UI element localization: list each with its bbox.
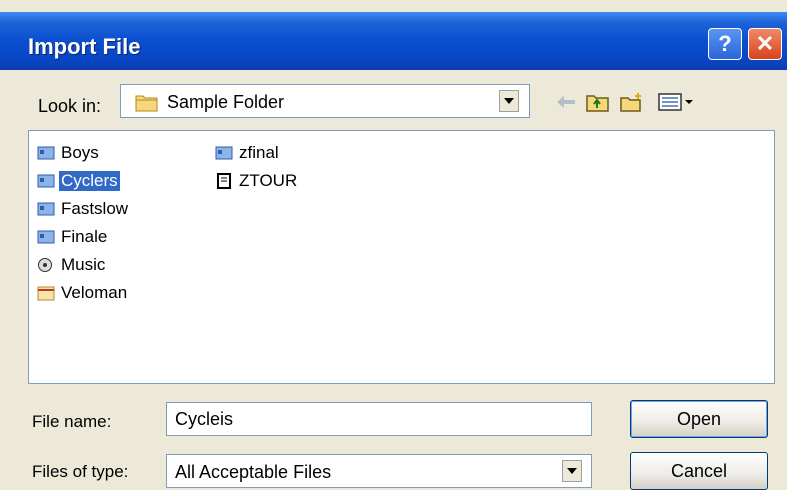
media-file-icon bbox=[37, 202, 55, 216]
import-file-dialog: Import File ? ✕ Look in: Sample Folder B… bbox=[0, 0, 787, 490]
media-file-icon bbox=[215, 146, 233, 160]
file-name: Boys bbox=[61, 143, 99, 162]
new-folder-icon bbox=[620, 93, 641, 112]
open-button[interactable]: Open bbox=[630, 400, 768, 438]
file-item-finale[interactable]: Finale bbox=[37, 225, 109, 249]
file-name: Music bbox=[61, 255, 106, 274]
file-item-ztour[interactable]: ZTOUR bbox=[215, 169, 299, 193]
file-item-zfinal[interactable]: zfinal bbox=[215, 141, 281, 165]
file-list[interactable]: Boys Cyclers Fastslow Finale Music Velom… bbox=[28, 130, 775, 384]
file-name-input[interactable] bbox=[166, 402, 592, 436]
cancel-button[interactable]: Cancel bbox=[630, 452, 768, 490]
media-file-icon bbox=[37, 146, 55, 160]
close-button[interactable]: ✕ bbox=[748, 28, 782, 60]
look-in-value: Sample Folder bbox=[167, 92, 285, 112]
file-name: Fastslow bbox=[61, 199, 129, 218]
back-arrow-icon bbox=[557, 96, 575, 108]
chevron-down-icon[interactable] bbox=[562, 460, 582, 482]
look-in-label: Look in: bbox=[38, 96, 102, 116]
file-name: Finale bbox=[61, 227, 108, 246]
view-menu-icon bbox=[658, 93, 693, 111]
audio-file-icon bbox=[38, 258, 52, 272]
new-folder-button[interactable] bbox=[618, 90, 646, 114]
file-item-boys[interactable]: Boys bbox=[37, 141, 101, 165]
close-icon: ✕ bbox=[755, 31, 775, 56]
file-item-fastslow[interactable]: Fastslow bbox=[37, 197, 130, 221]
files-of-type-label: Files of type: bbox=[32, 462, 129, 481]
file-item-cyclers[interactable]: Cyclers bbox=[37, 169, 120, 193]
back-button[interactable] bbox=[552, 90, 580, 114]
up-folder-icon bbox=[586, 95, 609, 112]
window-title: Import File bbox=[28, 34, 141, 59]
project-file-icon bbox=[37, 286, 55, 301]
media-file-icon bbox=[37, 230, 55, 244]
chevron-down-icon[interactable] bbox=[499, 90, 519, 112]
file-name: Veloman bbox=[61, 283, 128, 302]
media-file-icon bbox=[37, 174, 55, 188]
folder-icon bbox=[135, 92, 159, 117]
view-menu-button[interactable] bbox=[656, 90, 696, 114]
file-name: Cyclers bbox=[59, 171, 120, 191]
file-item-veloman[interactable]: Veloman bbox=[37, 281, 129, 305]
document-file-icon bbox=[217, 173, 231, 189]
file-item-music[interactable]: Music bbox=[37, 253, 107, 277]
help-icon: ? bbox=[718, 31, 732, 56]
help-button[interactable]: ? bbox=[708, 28, 742, 60]
up-folder-button[interactable] bbox=[584, 90, 612, 114]
files-of-type-dropdown[interactable]: All Acceptable Files bbox=[166, 454, 592, 488]
file-name: ZTOUR bbox=[239, 171, 298, 190]
files-of-type-value: All Acceptable Files bbox=[175, 462, 332, 482]
title-bar[interactable]: Import File ? ✕ bbox=[0, 12, 787, 70]
file-name-label: File name: bbox=[32, 412, 112, 431]
file-name: zfinal bbox=[239, 143, 279, 162]
look-in-dropdown[interactable]: Sample Folder bbox=[120, 84, 530, 118]
